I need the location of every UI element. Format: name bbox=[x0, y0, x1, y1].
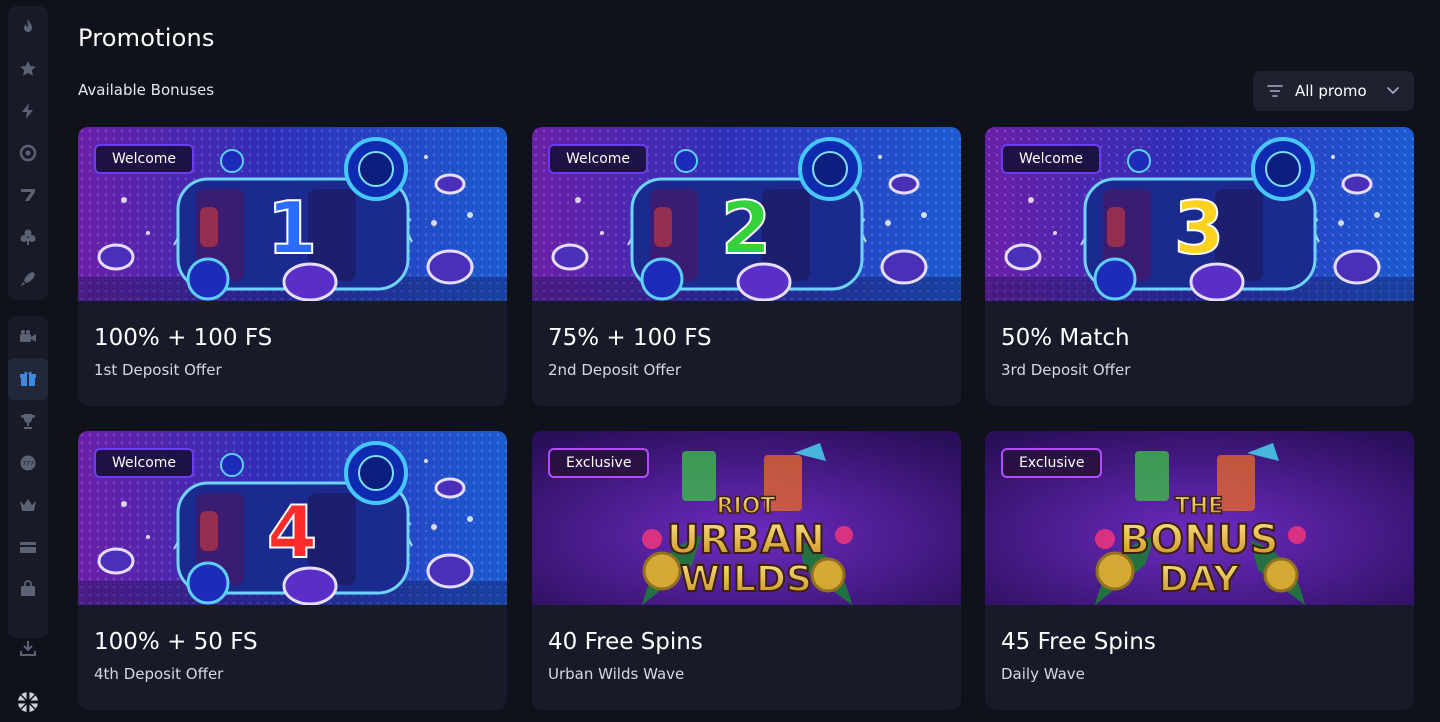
language-button[interactable] bbox=[8, 682, 48, 722]
sidebar-item-shop[interactable] bbox=[8, 568, 48, 610]
banner-number: 1 bbox=[267, 186, 317, 270]
page-title: Promotions bbox=[78, 24, 215, 52]
promo-title: 100% + 50 FS bbox=[94, 629, 258, 655]
promo-subtitle: 4th Deposit Offer bbox=[94, 665, 224, 683]
banner-logo-main: BONUS bbox=[1119, 517, 1278, 563]
banner-number: 4 bbox=[267, 490, 317, 574]
filter-label: All promo bbox=[1295, 82, 1367, 100]
rocket-icon bbox=[21, 272, 35, 286]
sidebar-item-popular[interactable] bbox=[8, 132, 48, 174]
sidebar-item-payments[interactable] bbox=[8, 526, 48, 568]
promo-card[interactable]: 4 Welcome 100% + 50 FS 4th Deposit Offer bbox=[78, 431, 507, 710]
banner-logo-bottom: WILDS bbox=[680, 559, 812, 600]
shop-icon bbox=[21, 580, 35, 596]
promo-subtitle: 2nd Deposit Offer bbox=[548, 361, 681, 379]
promo-badge: Exclusive bbox=[548, 448, 650, 478]
sidebar-item-hot[interactable] bbox=[8, 6, 48, 48]
download-icon bbox=[20, 641, 36, 656]
section-subtitle: Available Bonuses bbox=[78, 81, 215, 99]
lottery-icon: 777 bbox=[20, 455, 36, 471]
promo-subtitle: Daily Wave bbox=[1001, 665, 1085, 683]
sidebar-item-new[interactable] bbox=[8, 90, 48, 132]
banner-number: 3 bbox=[1174, 186, 1224, 270]
promo-subtitle: 1st Deposit Offer bbox=[94, 361, 222, 379]
promo-badge: Welcome bbox=[1001, 144, 1102, 174]
promo-filter-dropdown[interactable]: All promo bbox=[1253, 71, 1414, 111]
target-icon bbox=[19, 144, 37, 162]
promo-title: 50% Match bbox=[1001, 325, 1130, 351]
sidebar-item-crash[interactable] bbox=[8, 258, 48, 300]
banner-number: 2 bbox=[721, 186, 771, 270]
banner-logo-top: RIOT bbox=[717, 494, 776, 519]
sidebar-item-live[interactable] bbox=[8, 316, 48, 358]
slot-icon bbox=[21, 189, 35, 201]
sidebar-item-vip[interactable] bbox=[8, 484, 48, 526]
promo-title: 45 Free Spins bbox=[1001, 629, 1156, 655]
promo-subtitle: 3rd Deposit Offer bbox=[1001, 361, 1131, 379]
promo-card[interactable]: 1 Welcome 100% + 100 FS 1st Deposit Offe… bbox=[78, 127, 507, 406]
sidebar-group-extras: 777 bbox=[8, 316, 48, 638]
promo-badge: Welcome bbox=[94, 144, 195, 174]
trophy-icon bbox=[21, 414, 35, 429]
promo-subtitle: Urban Wilds Wave bbox=[548, 665, 685, 683]
sidebar-item-table[interactable] bbox=[8, 216, 48, 258]
crown-icon bbox=[20, 499, 36, 511]
promo-title: 100% + 100 FS bbox=[94, 325, 273, 351]
clubs-icon bbox=[20, 229, 36, 245]
fire-icon bbox=[24, 19, 32, 32]
promo-title: 40 Free Spins bbox=[548, 629, 703, 655]
sidebar-item-promotions[interactable] bbox=[8, 358, 48, 400]
sidebar-group-games bbox=[8, 6, 48, 300]
gift-icon bbox=[20, 371, 36, 386]
promo-badge: Welcome bbox=[94, 448, 195, 478]
star-icon bbox=[20, 61, 36, 76]
banner-logo-bottom: DAY bbox=[1159, 559, 1240, 600]
sidebar: 777 bbox=[0, 0, 56, 720]
promo-badge: Welcome bbox=[548, 144, 649, 174]
card-icon bbox=[20, 542, 36, 553]
promo-card[interactable]: THE BONUS DAY Exclusive 45 Free Spins Da… bbox=[985, 431, 1414, 710]
filter-icon bbox=[1267, 84, 1283, 98]
sidebar-item-favorites[interactable] bbox=[8, 48, 48, 90]
main-content: Promotions Available Bonuses All promo 1… bbox=[78, 0, 1414, 720]
promo-card[interactable]: 3 Welcome 50% Match 3rd Deposit Offer bbox=[985, 127, 1414, 406]
svg-text:777: 777 bbox=[22, 461, 34, 468]
banner-logo-main: URBAN bbox=[667, 517, 825, 563]
banner-logo-top: THE bbox=[1175, 494, 1223, 519]
camera-icon bbox=[20, 330, 36, 342]
promo-title: 75% + 100 FS bbox=[548, 325, 712, 351]
promo-badge: Exclusive bbox=[1001, 448, 1103, 478]
chevron-down-icon bbox=[1386, 86, 1400, 96]
sidebar-item-lottery[interactable]: 777 bbox=[8, 442, 48, 484]
uk-flag-icon bbox=[18, 692, 38, 712]
download-app-button[interactable] bbox=[8, 628, 48, 668]
promo-card[interactable]: RIOT URBAN WILDS Exclusive 40 Free Spins… bbox=[532, 431, 961, 710]
sidebar-item-slots[interactable] bbox=[8, 174, 48, 216]
promo-card[interactable]: 2 Welcome 75% + 100 FS 2nd Deposit Offer bbox=[532, 127, 961, 406]
sidebar-item-tournaments[interactable] bbox=[8, 400, 48, 442]
lightning-icon bbox=[22, 103, 33, 119]
